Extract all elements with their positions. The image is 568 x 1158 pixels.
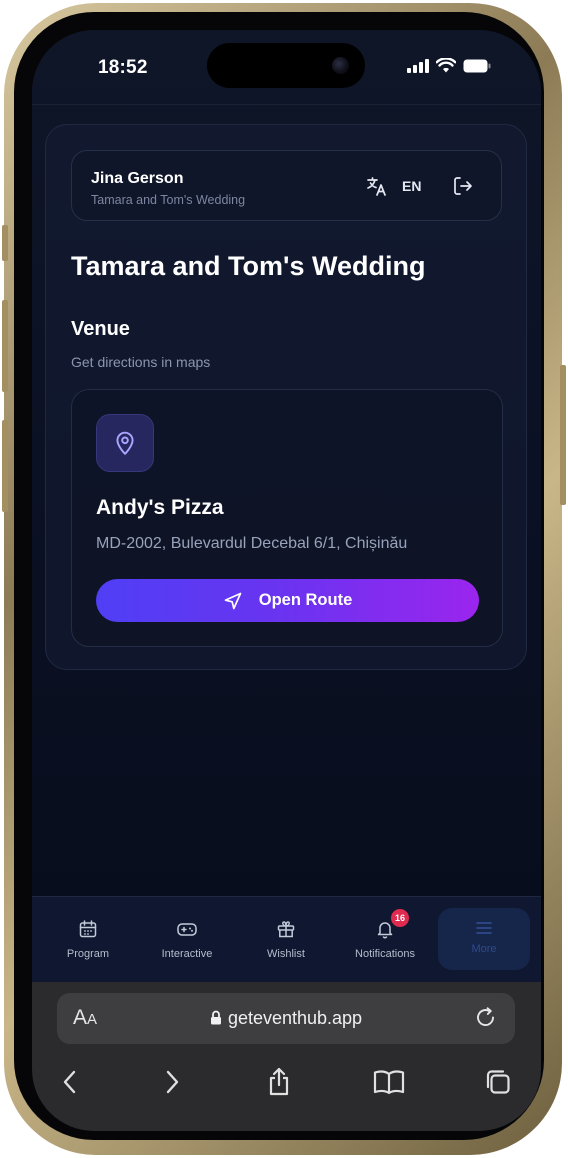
address-bar[interactable]: AA geteventhub.app <box>57 993 515 1044</box>
venue-card: Andy's Pizza MD-2002, Bulevardul Decebal… <box>71 389 503 647</box>
dynamic-island <box>207 43 365 88</box>
section-subtitle: Get directions in maps <box>71 354 211 370</box>
camera-icon <box>332 57 349 74</box>
chevron-left-icon <box>63 1070 76 1094</box>
gamepad-icon <box>177 923 197 936</box>
battery-icon <box>463 59 491 72</box>
nav-label-wishlist: Wishlist <box>267 948 305 960</box>
share-button[interactable] <box>259 1062 299 1102</box>
bookmarks-button[interactable] <box>369 1062 409 1102</box>
chevron-right-icon <box>166 1070 179 1094</box>
status-bar: 18:52 <box>32 30 541 105</box>
browser-nav <box>32 1062 541 1112</box>
wifi-icon <box>436 58 456 73</box>
venue-name: Andy's Pizza <box>96 496 224 519</box>
browser-toolbar: AA geteventhub.app <box>32 982 541 1131</box>
status-icons <box>407 58 491 73</box>
power-button <box>560 365 566 505</box>
nav-item-program[interactable]: Program <box>42 897 134 981</box>
logout-icon[interactable] <box>452 175 474 197</box>
gift-icon <box>277 921 295 938</box>
notifications-badge: 16 <box>391 909 409 927</box>
share-icon <box>269 1067 289 1096</box>
volume-down-button <box>2 420 8 512</box>
map-pin-icon <box>116 431 134 455</box>
reload-icon[interactable] <box>473 1005 499 1031</box>
book-icon <box>373 1070 405 1095</box>
user-name: Jina Gerson <box>91 170 184 187</box>
nav-item-interactive[interactable]: Interactive <box>141 897 233 981</box>
open-route-button[interactable]: Open Route <box>96 579 479 622</box>
forward-button[interactable] <box>152 1062 192 1102</box>
cellular-signal-icon <box>407 58 429 73</box>
menu-icon <box>476 922 492 934</box>
venue-pin-badge <box>96 414 154 472</box>
status-time: 18:52 <box>98 57 148 78</box>
navigation-arrow-icon <box>224 592 242 609</box>
back-button[interactable] <box>50 1062 90 1102</box>
nav-item-notifications[interactable]: 16 Notifications <box>339 897 431 981</box>
nav-label-program: Program <box>66 948 110 960</box>
user-event-name: Tamara and Tom's Wedding <box>91 193 246 207</box>
screen: 18:52 Jina Gerson Tamara and Tom's Weddi… <box>32 30 541 1131</box>
nav-item-more[interactable]: More <box>438 908 530 970</box>
tabs-icon <box>486 1070 510 1094</box>
lock-icon <box>210 1010 221 1025</box>
volume-up-button <box>2 300 8 392</box>
nav-label-notifications: Notifications <box>355 948 415 960</box>
nav-item-wishlist[interactable]: Wishlist <box>240 897 332 981</box>
url-display: geteventhub.app <box>57 1008 515 1029</box>
language-toggle[interactable]: EN <box>402 178 421 194</box>
url-text: geteventhub.app <box>227 1008 363 1028</box>
tabs-button[interactable] <box>478 1062 518 1102</box>
bottom-nav: Program Interactive Wishlist 16 Notifica… <box>32 896 541 982</box>
nav-label-more: More <box>471 943 497 955</box>
open-route-label: Open Route <box>258 591 353 609</box>
user-card: Jina Gerson Tamara and Tom's Wedding EN <box>71 150 502 221</box>
nav-label-interactive: Interactive <box>161 948 213 960</box>
calendar-icon <box>79 920 97 938</box>
venue-address: MD-2002, Bulevardul Decebal 6/1, Chișină… <box>96 535 408 552</box>
page-title: Tamara and Tom's Wedding <box>71 251 426 281</box>
translate-icon[interactable] <box>366 175 388 197</box>
section-title: Venue <box>71 318 130 340</box>
action-button <box>2 225 8 261</box>
event-card: Jina Gerson Tamara and Tom's Wedding EN … <box>45 124 527 670</box>
